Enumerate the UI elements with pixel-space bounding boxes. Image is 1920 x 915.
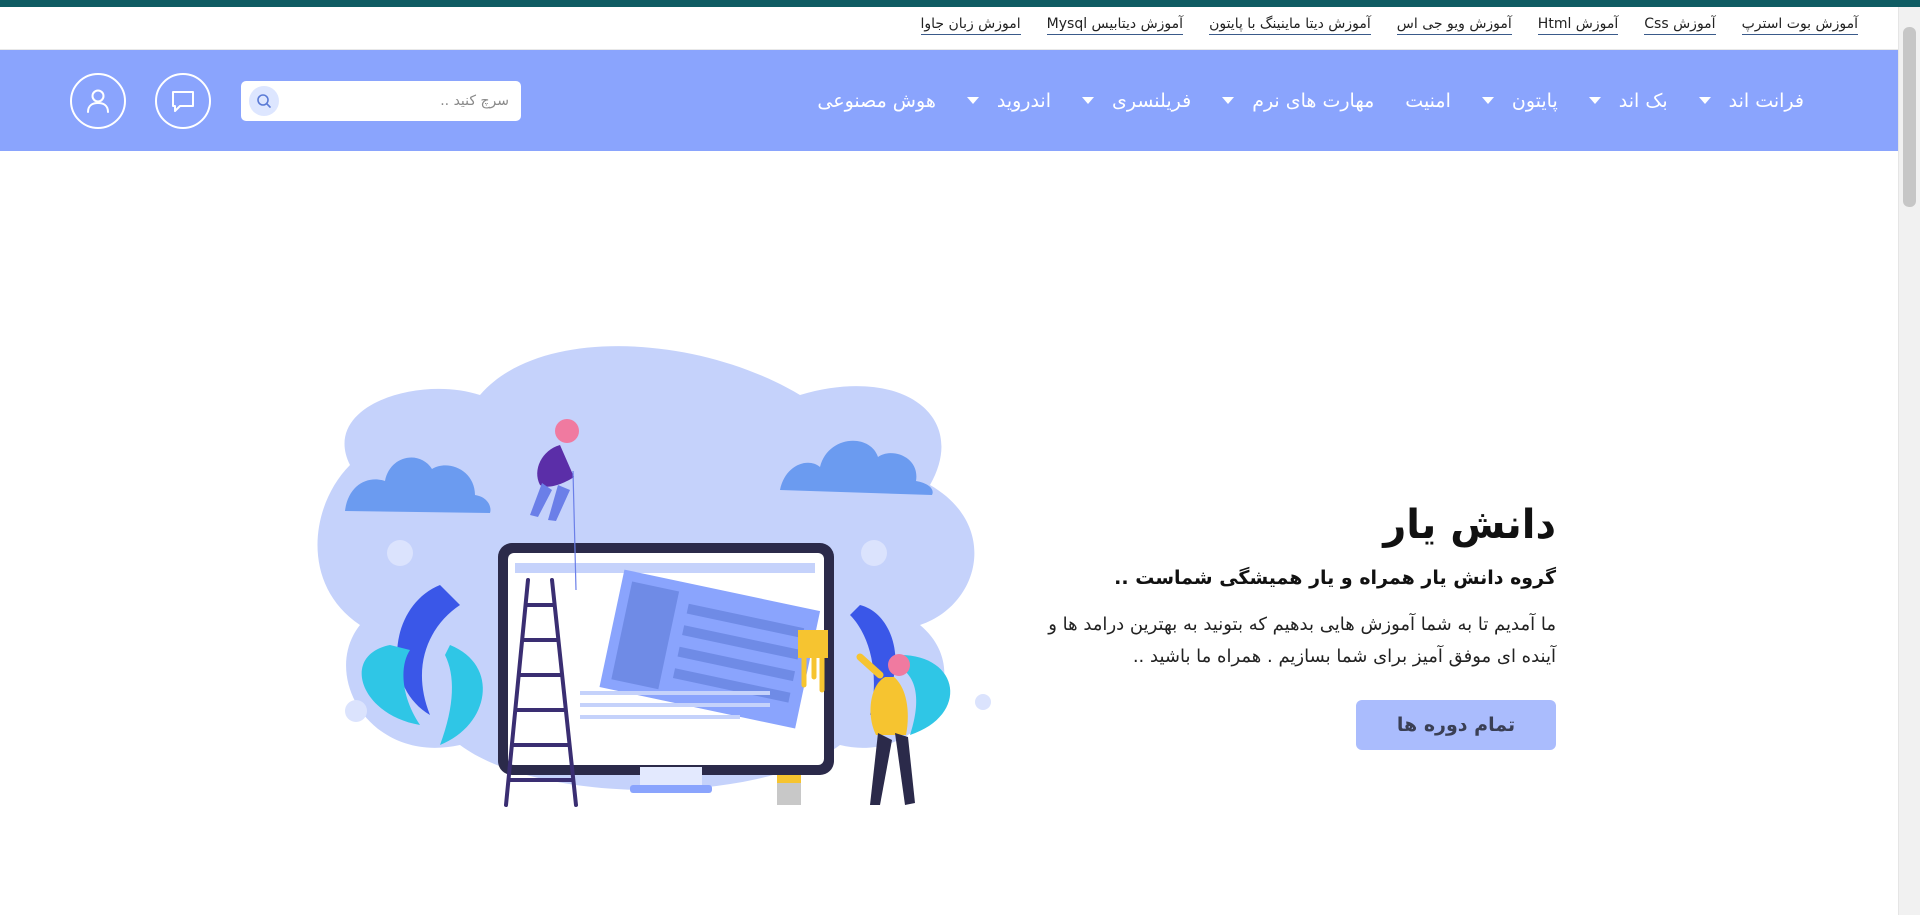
menu-item-freelancing[interactable]: فریلنسری [1082,90,1191,112]
top-accent-strip [0,0,1920,7]
quick-links-list: آموزش بوت استرپ آموزش Css آموزش Html آمو… [920,16,1858,35]
menu-item-security[interactable]: امنیت [1405,90,1451,112]
chevron-down-icon [1588,97,1601,104]
quick-link-data-mining[interactable]: آموزش دیتا ماینینگ با پایتون [1209,16,1371,35]
menu-item-python[interactable]: پایتون [1481,89,1558,112]
menu-item-frontend[interactable]: فرانت اند [1698,89,1804,112]
search-box [241,81,521,121]
quick-link-vuejs[interactable]: آموزش ویو جی اس [1396,16,1512,35]
menu-item-label: امنیت [1405,89,1451,112]
hero-section: دانش یار گروه دانش یار همراه و یار همیشگ… [1036,495,1556,750]
menu-item-label: بک اند [1618,89,1668,112]
chat-icon [172,91,194,112]
quick-link-css[interactable]: آموزش Css [1644,16,1716,35]
menu-item-android[interactable]: اندروید [966,89,1051,112]
hero-illustration [317,346,991,807]
menu-item-label: مهارت های نرم [1252,89,1375,112]
user-icon [87,89,109,113]
user-account-button[interactable] [70,73,126,129]
search-icon [257,94,271,108]
scrollbar-thumb[interactable] [1903,27,1916,207]
quick-link-html[interactable]: آموزش Html [1537,16,1619,35]
chevron-down-icon [1222,97,1235,104]
chevron-down-icon [966,97,979,104]
hero-description: ما آمدیم تا به شما آموزش هایی بدهیم که ب… [1048,614,1556,667]
hero-subtitle: گروه دانش یار همراه و یار همیشگی شماست .… [1114,567,1556,589]
menu-item-label: اندروید [996,89,1051,112]
chevron-down-icon [1481,97,1494,104]
quick-link-bootstrap[interactable]: آموزش بوت استرپ [1741,16,1858,35]
page-scrollbar[interactable] [1898,7,1920,915]
all-courses-button[interactable]: تمام دوره ها [1356,700,1556,750]
quick-links-bar: آموزش بوت استرپ آموزش Css آموزش Html آمو… [0,7,1898,50]
menu-item-soft-skills[interactable]: مهارت های نرم [1222,90,1374,112]
chevron-down-icon [1082,97,1094,104]
quick-link-java[interactable]: اموزش زبان جاوا [920,16,1021,35]
menu-item-label: پایتون [1511,89,1558,112]
menu-item-backend[interactable]: بک اند [1588,89,1668,112]
menu-item-ai[interactable]: هوش مصنوعی [817,90,935,112]
quick-link-mysql[interactable]: آموزش دیتابیس Mysql [1046,16,1184,35]
main-navbar: فرانت اند بک اند پایتون امنیت مهارت های … [0,50,1898,151]
menu-item-label: هوش مصنوعی [817,89,936,112]
menu-item-label: فرانت اند [1728,89,1804,112]
search-button[interactable] [249,86,279,116]
menu-item-label: فریلنسری [1112,89,1192,112]
search-input[interactable] [281,81,509,121]
chevron-down-icon [1698,97,1711,104]
hero-title: دانش یار [1383,502,1556,548]
chat-button[interactable] [155,73,211,129]
main-menu: فرانت اند بک اند پایتون امنیت مهارت های … [817,50,1804,151]
